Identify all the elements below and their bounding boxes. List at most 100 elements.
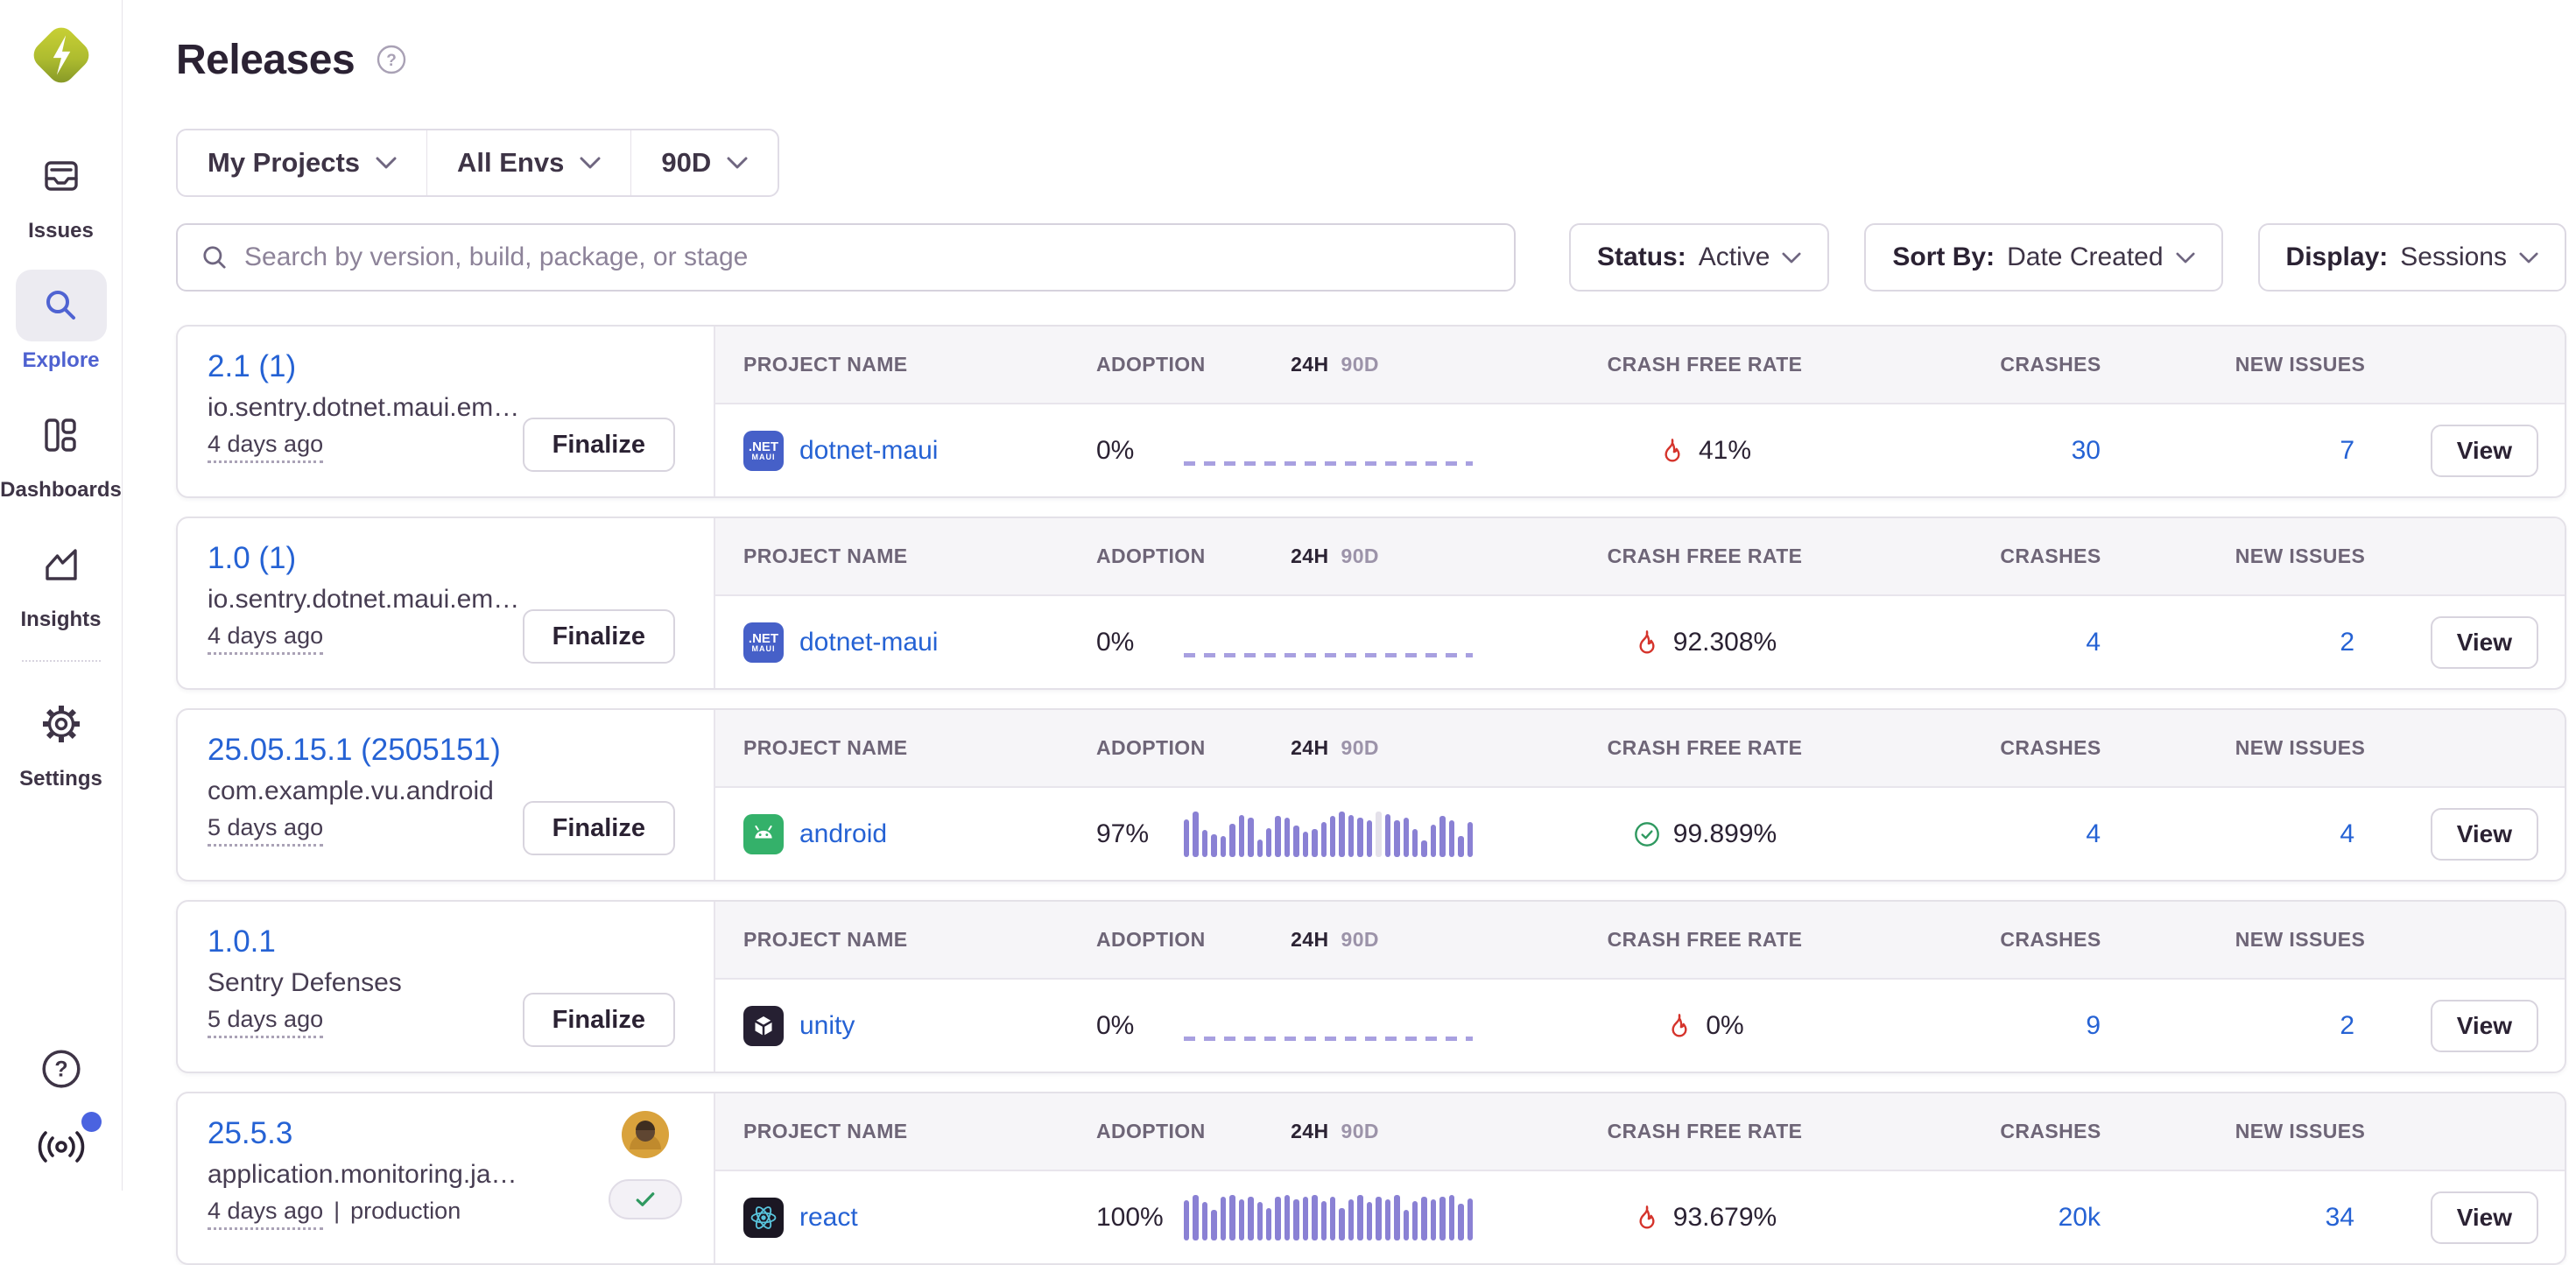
table-header: PROJECT NAME ADOPTION 24H90D CRASH FREE … [715, 710, 2565, 788]
finalize-button[interactable]: Finalize [523, 418, 675, 472]
sidebar-item-insights[interactable]: Insights [16, 529, 107, 632]
new-issues-link[interactable]: 4 [2178, 819, 2423, 849]
adoption-value: 97% [1096, 819, 1184, 849]
sidebar-item-dashboards[interactable]: Dashboards [0, 399, 122, 502]
crashes-link[interactable]: 4 [1924, 628, 2178, 657]
table-row: .NETMAUI dotnet-maui 0% 41% 30 7 View [715, 404, 2565, 496]
sort-by-dropdown[interactable]: Sort By: Date Created [1864, 223, 2222, 292]
release-created[interactable]: 5 days ago [208, 1006, 323, 1038]
release-version-link[interactable]: 1.0 (1) [208, 541, 296, 576]
page-filter-bar: My Projects All Envs 90D [176, 129, 779, 197]
finalize-button[interactable]: Finalize [523, 993, 675, 1047]
display-label: Display: [2286, 242, 2389, 272]
adoption-sparkline [1184, 812, 1473, 857]
page-title: Releases [176, 36, 355, 84]
new-issues-link[interactable]: 34 [2178, 1203, 2423, 1233]
view-button[interactable]: View [2431, 808, 2538, 861]
crash-free-value: 99.899% [1673, 819, 1777, 849]
crash-free-rate: 0% [1486, 1011, 1924, 1041]
environment-filter-dropdown[interactable]: All Envs [426, 130, 630, 195]
release-created[interactable]: 4 days ago [208, 431, 323, 463]
sidebar-item-label: Settings [19, 767, 102, 791]
sort-by-value: Date Created [2007, 242, 2163, 272]
new-issues-link[interactable]: 2 [2178, 1011, 2423, 1041]
sidebar-item-label: Issues [28, 219, 94, 243]
view-button[interactable]: View [2431, 425, 2538, 477]
release-version-link[interactable]: 2.1 (1) [208, 349, 296, 384]
crash-free-rate: 92.308% [1486, 628, 1924, 657]
col-new-issues: NEW ISSUES [2178, 928, 2423, 952]
project-link[interactable]: unity [715, 1006, 1096, 1046]
crash-free-rate: 93.679% [1486, 1203, 1924, 1233]
status-dropdown[interactable]: Status: Active [1569, 223, 1829, 292]
fire-icon [1633, 629, 1661, 657]
adoption-value: 0% [1096, 1011, 1184, 1041]
display-value: Sessions [2400, 242, 2507, 272]
project-link[interactable]: react [715, 1198, 1096, 1238]
sidebar-item-explore[interactable]: Explore [16, 270, 107, 373]
col-project-name: PROJECT NAME [715, 928, 1096, 952]
new-issues-link[interactable]: 2 [2178, 628, 2423, 657]
notification-dot [81, 1112, 102, 1132]
release-meta: 1.0.1 Sentry Defenses 5 days ago Finaliz… [178, 902, 715, 1072]
crashes-link[interactable]: 30 [1924, 436, 2178, 466]
col-crash-free-rate: CRASH FREE RATE [1486, 545, 1924, 568]
finalize-button[interactable]: Finalize [523, 801, 675, 855]
release-meta: 1.0 (1) io.sentry.dotnet.maui.em… 4 days… [178, 518, 715, 688]
org-logo[interactable] [27, 21, 95, 89]
col-crashes: CRASHES [1924, 928, 2178, 952]
table-header: PROJECT NAME ADOPTION 24H90D CRASH FREE … [715, 902, 2565, 980]
sidebar: Issues Explore Dashboards Insights [0, 0, 123, 1191]
col-adoption: ADOPTION [1096, 353, 1184, 376]
finalized-check-badge[interactable] [609, 1179, 682, 1219]
project-link[interactable]: .NETMAUI dotnet-maui [715, 431, 1096, 471]
new-issues-link[interactable]: 7 [2178, 436, 2423, 466]
project-filter-dropdown[interactable]: My Projects [178, 130, 426, 195]
col-new-issues: NEW ISSUES [2178, 353, 2423, 376]
status-label: Status: [1597, 242, 1686, 272]
toolbar: Status: Active Sort By: Date Created Dis… [176, 223, 2566, 292]
crashes-link[interactable]: 4 [1924, 819, 2178, 849]
release-created[interactable]: 5 days ago [208, 814, 323, 847]
release-version-link[interactable]: 25.05.15.1 (2505151) [208, 733, 501, 768]
col-crashes: CRASHES [1924, 545, 2178, 568]
chevron-down-icon [580, 157, 601, 169]
search-input[interactable] [244, 242, 1491, 272]
finalize-button[interactable]: Finalize [523, 609, 675, 664]
display-dropdown[interactable]: Display: Sessions [2258, 223, 2566, 292]
sidebar-item-settings[interactable]: Settings [16, 688, 107, 791]
dashboards-icon [15, 399, 106, 471]
sidebar-item-issues[interactable]: Issues [16, 140, 107, 243]
android-platform-icon [743, 814, 784, 854]
view-button[interactable]: View [2431, 616, 2538, 669]
range-90d: 90D [1341, 1120, 1379, 1142]
release-meta: 2.1 (1) io.sentry.dotnet.maui.em… 4 days… [178, 327, 715, 496]
adoption-sparkline [1184, 620, 1473, 665]
date-range-dropdown[interactable]: 90D [630, 130, 778, 195]
whats-new-broadcast-icon[interactable] [37, 1126, 86, 1164]
release-environment: production [350, 1198, 461, 1225]
issues-icon [16, 140, 107, 212]
range-24h: 24H [1291, 736, 1328, 759]
col-crash-free-rate: CRASH FREE RATE [1486, 928, 1924, 952]
title-help-icon[interactable]: ? [376, 44, 407, 75]
crashes-link[interactable]: 9 [1924, 1011, 2178, 1041]
project-link[interactable]: android [715, 814, 1096, 854]
table-row: android 97% 99.899% 4 4 View [715, 788, 2565, 880]
project-name: unity [799, 1011, 855, 1041]
crash-free-value: 93.679% [1673, 1203, 1777, 1233]
help-icon[interactable]: ? [39, 1047, 83, 1091]
svg-text:?: ? [54, 1057, 67, 1081]
release-version-link[interactable]: 25.5.3 [208, 1116, 292, 1151]
release-created[interactable]: 4 days ago [208, 1198, 323, 1230]
release-card: 25.5.3 application.monitoring.ja… 4 days… [176, 1092, 2566, 1265]
col-adoption: ADOPTION [1096, 928, 1184, 952]
release-version-link[interactable]: 1.0.1 [208, 924, 276, 959]
view-button[interactable]: View [2431, 1000, 2538, 1052]
avatar[interactable] [622, 1111, 669, 1158]
release-created[interactable]: 4 days ago [208, 622, 323, 655]
crashes-link[interactable]: 20k [1924, 1203, 2178, 1233]
svg-text:?: ? [386, 52, 397, 70]
project-link[interactable]: .NETMAUI dotnet-maui [715, 622, 1096, 663]
view-button[interactable]: View [2431, 1191, 2538, 1244]
